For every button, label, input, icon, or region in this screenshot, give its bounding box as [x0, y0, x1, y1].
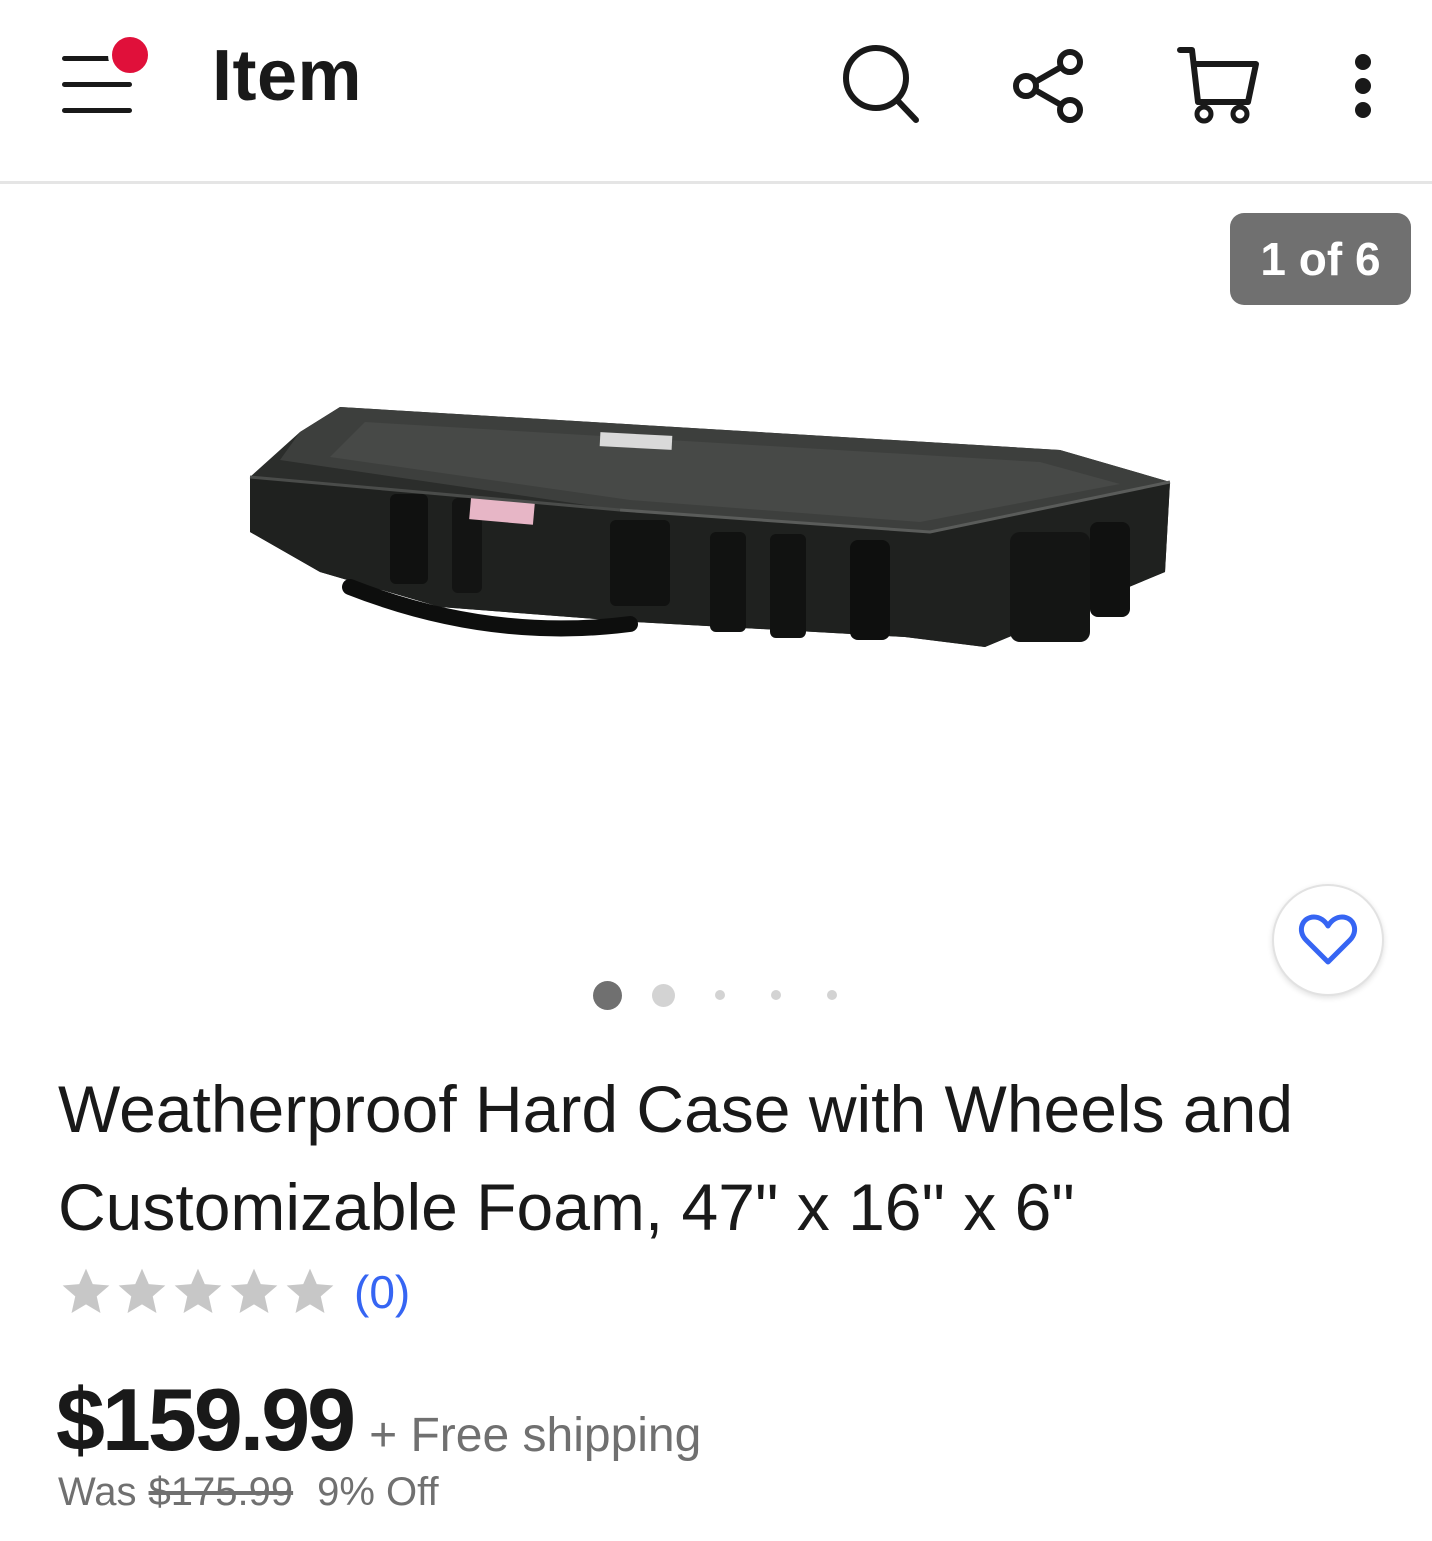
star-icon	[62, 1268, 110, 1313]
was-label: Was	[58, 1470, 137, 1514]
more-options-button[interactable]	[1318, 40, 1408, 130]
image-gallery[interactable]: 1 of 6	[0, 187, 1432, 1025]
image-counter-badge: 1 of 6	[1230, 213, 1411, 305]
gallery-pagination	[0, 975, 1432, 1015]
price-row: $159.99 + Free shipping	[56, 1368, 701, 1464]
hamburger-menu-icon	[62, 33, 152, 113]
app-bar: Item	[0, 0, 1432, 184]
notification-dot	[108, 33, 152, 77]
original-price-row: Was $175.99 9% Off	[58, 1470, 439, 1515]
item-price: $159.99	[56, 1370, 356, 1469]
item-title: Weatherproof Hard Case with Wheels and C…	[58, 1072, 1294, 1244]
rating-row: (0)	[58, 1262, 410, 1322]
star-icon	[286, 1268, 334, 1313]
gallery-dot[interactable]	[771, 990, 781, 1000]
cart-icon	[1177, 47, 1259, 124]
search-button[interactable]	[836, 40, 926, 130]
share-button[interactable]	[1006, 40, 1096, 130]
star-icon	[174, 1268, 222, 1313]
shipping-info: + Free shipping	[369, 1409, 702, 1462]
gallery-dot[interactable]	[652, 984, 675, 1007]
discount-label: 9% Off	[317, 1470, 439, 1514]
star-rating	[58, 1264, 338, 1320]
heart-icon	[1298, 914, 1358, 965]
star-icon	[118, 1268, 166, 1313]
gallery-dot[interactable]	[593, 981, 622, 1010]
product-image[interactable]	[240, 382, 1210, 727]
cart-button[interactable]	[1176, 40, 1266, 130]
star-icon	[230, 1268, 278, 1313]
gallery-dot[interactable]	[827, 990, 837, 1000]
share-icon	[1013, 49, 1083, 123]
review-count-link[interactable]: (0)	[354, 1265, 410, 1319]
menu-button[interactable]	[52, 30, 162, 130]
was-price: $175.99	[148, 1470, 294, 1514]
more-vertical-icon	[1355, 54, 1371, 118]
gallery-dot[interactable]	[715, 990, 725, 1000]
search-icon	[843, 45, 919, 123]
page-title: Item	[212, 36, 363, 116]
